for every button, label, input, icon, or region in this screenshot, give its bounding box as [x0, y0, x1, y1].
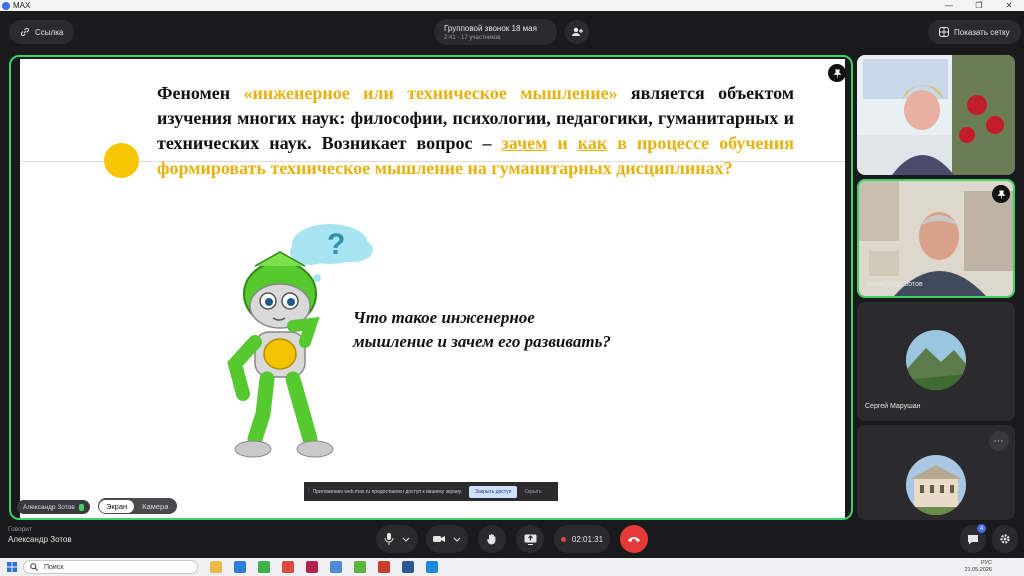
app-k-icon[interactable]: [354, 561, 366, 573]
participant-tile-self[interactable]: Вы: [857, 55, 1015, 175]
opera-icon[interactable]: [306, 561, 318, 573]
chrome-icon[interactable]: [258, 561, 270, 573]
slide-paragraph: Феномен «инженерное или техническое мышл…: [157, 81, 794, 181]
windows-start-icon[interactable]: [7, 562, 17, 572]
file-explorer-icon[interactable]: [210, 561, 222, 573]
powerpoint-icon[interactable]: [378, 561, 390, 573]
chat-icon: [968, 534, 978, 544]
telegram-icon[interactable]: [426, 561, 438, 573]
participant-name: Сергей Марушан: [865, 403, 921, 410]
window-titlebar: MAX — ❐ ✕: [0, 0, 1024, 11]
timer-value: 02:01:31: [571, 534, 604, 544]
chevron-down-icon[interactable]: [453, 535, 461, 543]
call-controls: Говорит Александр Зотов 02:01:31: [0, 520, 1024, 558]
grid-label: Показать сетку: [954, 27, 1010, 37]
speaking-label: Говорит: [8, 526, 32, 533]
participant-tile-3[interactable]: Сергей Марушан: [857, 302, 1015, 421]
share-screen-button[interactable]: [516, 525, 544, 553]
camera-icon: [433, 536, 445, 542]
screen-share-stage[interactable]: Феномен «инженерное или техническое мышл…: [9, 55, 853, 520]
pin-icon: [832, 69, 842, 78]
grid-icon: [939, 27, 949, 37]
para-highlight-4: как: [577, 133, 608, 153]
search-placeholder: Поиск: [44, 563, 64, 571]
avatar: [906, 330, 966, 390]
mail-icon[interactable]: [234, 561, 246, 573]
more-options-button[interactable]: ⋯: [989, 431, 1009, 451]
maximize-button[interactable]: ❐: [964, 0, 994, 11]
svg-text:?: ?: [327, 228, 345, 261]
copy-link-button[interactable]: Ссылка: [9, 20, 75, 44]
camera-button[interactable]: [426, 525, 468, 553]
screen-share-notification: ⁞ Приложению web.max.ru предоставлен дос…: [304, 482, 558, 501]
microphone-button[interactable]: [376, 525, 418, 553]
os-taskbar: Поиск РУС 21.05.2026: [0, 558, 1024, 576]
participant-tile-speaker[interactable]: Александр Зотов: [857, 179, 1015, 298]
para-highlight-1: «инженерное или техническое мышление»: [243, 83, 618, 103]
window-title: MAX: [13, 1, 31, 10]
recording-timer: 02:01:31: [554, 525, 610, 553]
app-icon: [2, 1, 10, 10]
taskbar-search-input[interactable]: Поиск: [23, 560, 198, 574]
hide-bar-button[interactable]: Скрыть: [524, 489, 541, 495]
yandex-icon[interactable]: [282, 561, 294, 573]
toggle-screen[interactable]: Экран: [99, 499, 135, 513]
stage-speaker-name: Александр Зотов: [23, 503, 75, 511]
search-icon: [30, 563, 38, 571]
call-header: Ссылка Групповой звонок 18 мая 2:41 · 17…: [0, 11, 1024, 53]
share-message: Приложению web.max.ru предоставлен досту…: [312, 488, 463, 495]
call-subtitle: 2:41 · 17 участников: [444, 34, 501, 41]
speaking-name: Александр Зотов: [8, 535, 72, 544]
recording-dot-icon: [560, 536, 566, 542]
drag-handle-icon[interactable]: ⁞: [308, 489, 310, 495]
close-window-button[interactable]: ✕: [994, 0, 1024, 11]
chat-unread-badge: 4: [977, 524, 986, 533]
minimize-button[interactable]: —: [934, 0, 964, 11]
pin-participant-button[interactable]: [992, 185, 1010, 203]
call-title: Групповой звонок 18 мая: [444, 23, 537, 33]
pin-screen-button[interactable]: [828, 64, 846, 82]
hangup-icon: [628, 537, 640, 542]
word-icon[interactable]: [402, 561, 414, 573]
add-participant-button[interactable]: [565, 20, 589, 44]
pin-icon: [996, 190, 1006, 199]
toggle-camera[interactable]: Камера: [134, 500, 176, 513]
participant-tile-4[interactable]: ⋯: [857, 425, 1015, 520]
source-toggle[interactable]: Экран Камера: [98, 498, 178, 514]
max-app-icon[interactable]: [330, 561, 342, 573]
slide-bullet-circle: [104, 143, 139, 178]
raise-hand-button[interactable]: [478, 525, 506, 553]
participant-video-self: [857, 55, 1015, 175]
avatar: [906, 455, 966, 515]
input-language[interactable]: РУС: [964, 560, 992, 567]
link-label: Ссылка: [35, 27, 64, 37]
para-highlight-2: зачем: [501, 133, 548, 153]
stop-sharing-button[interactable]: Закрыть доступ: [469, 485, 518, 498]
end-call-button[interactable]: [620, 525, 648, 553]
hand-icon: [487, 534, 496, 545]
speaking-mic-icon: [78, 503, 84, 511]
gear-icon: [1000, 534, 1010, 544]
call-info[interactable]: Групповой звонок 18 мая 2:41 · 17 участн…: [434, 19, 557, 45]
add-user-icon: [572, 27, 583, 36]
settings-button[interactable]: [992, 525, 1018, 553]
para-highlight-3: и: [547, 133, 578, 153]
robot-illustration: ?: [227, 224, 373, 458]
participant-video-speaker: [859, 181, 1013, 296]
screen-share-icon: [524, 534, 536, 545]
chevron-down-icon[interactable]: [402, 535, 410, 543]
participant-name: Вы: [865, 157, 875, 164]
show-grid-button[interactable]: Показать сетку: [928, 20, 1021, 44]
link-icon: [20, 27, 29, 36]
microphone-icon: [384, 533, 394, 545]
stage-speaker-badge: Александр Зотов: [17, 500, 90, 514]
system-clock[interactable]: РУС 21.05.2026: [964, 560, 992, 574]
system-date: 21.05.2026: [964, 567, 992, 573]
participant-name: Александр Зотов: [867, 281, 923, 288]
presentation-slide: Феномен «инженерное или техническое мышл…: [20, 59, 845, 518]
para-text-1: Феномен: [157, 83, 244, 103]
